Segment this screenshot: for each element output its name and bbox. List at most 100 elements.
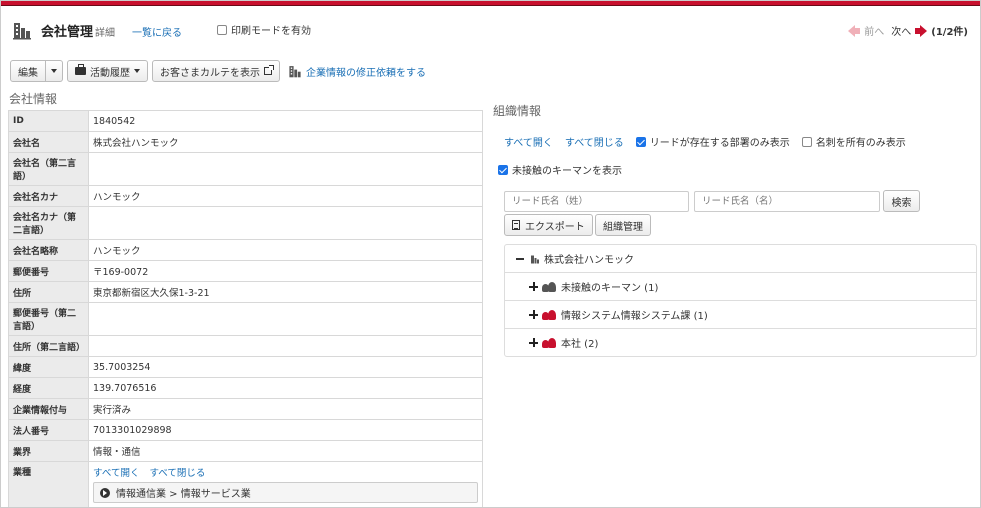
building-icon	[13, 23, 31, 40]
back-to-list-link[interactable]: 一覧に戻る	[132, 24, 182, 39]
next-arrow-icon[interactable]	[915, 24, 928, 37]
building-icon	[289, 66, 301, 78]
table-row: 住所 東京都新宿区大久保1-3-21	[8, 281, 483, 303]
company-section-title: 会社情報	[9, 92, 58, 106]
prev-arrow-icon	[848, 24, 861, 37]
industry-value: すべて開く すべて閉じる 情報通信業 > 情報サービス業	[88, 461, 483, 507]
field-value	[88, 152, 483, 186]
field-value: 1840542	[88, 110, 483, 132]
lead-only-checkbox[interactable]	[635, 136, 646, 147]
field-value: ハンモック	[88, 185, 483, 207]
org-tree-root-label: 株式会社ハンモック	[544, 255, 634, 266]
card-only-checkbox[interactable]	[801, 136, 812, 147]
export-button[interactable]: エクスポート	[504, 214, 593, 236]
page-count: (1/2件)	[931, 27, 968, 38]
field-label: 業界	[8, 440, 89, 462]
org-tree-root[interactable]: 株式会社ハンモック	[505, 245, 976, 273]
table-row: 企業情報付与 実行済み	[8, 398, 483, 420]
table-row: 住所（第二言語）	[8, 335, 483, 357]
field-label: 会社名略称	[8, 239, 89, 261]
caret-down-icon	[51, 69, 57, 73]
org-tree-item-label: 未接触のキーマン (1)	[561, 283, 659, 294]
industry-expand-all-link[interactable]: すべて開く	[93, 465, 139, 479]
table-row: 会社名（第二言語）	[8, 152, 483, 186]
customer-karte-button[interactable]: お客さまカルテを表示	[152, 60, 280, 82]
field-label: 郵便番号	[8, 260, 89, 282]
people-red-icon	[542, 309, 556, 320]
field-label: 郵便番号（第二言語）	[8, 302, 89, 336]
edit-button[interactable]: 編集	[10, 60, 46, 82]
field-value	[88, 302, 483, 336]
lead-first-name-input[interactable]	[694, 191, 880, 212]
field-label: 経度	[8, 377, 89, 399]
activity-history-button[interactable]: 活動履歴	[67, 60, 148, 82]
org-manage-button[interactable]: 組織管理	[595, 214, 651, 236]
org-section-title: 組織情報	[493, 104, 542, 118]
table-row: 経度 139.7076516	[8, 377, 483, 399]
org-tree: 株式会社ハンモック 未接触のキーマン (1) 情報システム情報システム課 (1)…	[504, 244, 977, 357]
app-frame: 会社管理 詳細 一覧に戻る 印刷モードを有効 前へ 次へ (1/2件) 編集 活…	[0, 0, 981, 508]
unvisited-keyman-label: 未接触のキーマンを表示	[512, 166, 622, 177]
print-mode-toggle[interactable]: 印刷モードを有効	[217, 22, 311, 37]
industry-path: 情報通信業 > 情報サービス業	[116, 489, 251, 500]
org-collapse-all-link[interactable]: すべて閉じる	[565, 134, 624, 149]
field-label: 企業情報付与	[8, 398, 89, 420]
next-link[interactable]: 次へ	[891, 23, 911, 38]
unvisited-keyman-toggle[interactable]: 未接触のキーマンを表示	[498, 162, 622, 177]
search-button[interactable]: 検索	[883, 190, 920, 212]
print-mode-label: 印刷モードを有効	[231, 26, 311, 37]
table-row: ID 1840542	[8, 110, 483, 132]
lead-only-label: リードが存在する部署のみ表示	[649, 138, 790, 149]
field-label: ID	[8, 110, 89, 132]
page-title: 会社管理	[41, 25, 94, 40]
table-row: 会社名略称 ハンモック	[8, 239, 483, 261]
field-value: 〒169-0072	[88, 260, 483, 282]
field-label: 住所（第二言語）	[8, 335, 89, 357]
table-row: 会社名 株式会社ハンモック	[8, 131, 483, 153]
org-tree-item-label: 情報システム情報システム課 (1)	[561, 311, 708, 322]
field-label: 会社名カナ（第二言語）	[8, 206, 89, 240]
field-value: 東京都新宿区大久保1-3-21	[88, 281, 483, 303]
field-label: 会社名（第二言語）	[8, 152, 89, 186]
field-value: 株式会社ハンモック	[88, 131, 483, 153]
collapse-minus-icon[interactable]	[516, 257, 524, 260]
fix-request-link[interactable]: 企業情報の修正依頼をする	[306, 64, 426, 79]
company-info-table: ID 1840542 会社名 株式会社ハンモック 会社名（第二言語） 会社名カナ ハン…	[8, 110, 483, 507]
industry-tree-item[interactable]: 情報通信業 > 情報サービス業	[93, 482, 478, 503]
industry-collapse-all-link[interactable]: すべて閉じる	[149, 465, 205, 479]
org-tree-item[interactable]: 未接触のキーマン (1)	[505, 273, 976, 301]
people-gray-icon	[542, 281, 556, 292]
unvisited-keyman-checkbox[interactable]	[498, 164, 508, 175]
table-row: 郵便番号（第二言語）	[8, 302, 483, 336]
expand-plus-icon[interactable]	[529, 338, 538, 347]
table-row: 業種 すべて開く すべて閉じる 情報通信業 > 情報サービス業	[8, 461, 483, 507]
prev-link[interactable]: 前へ	[864, 23, 884, 38]
field-value: 7013301029898	[88, 419, 483, 441]
expand-plus-icon[interactable]	[529, 282, 538, 291]
table-row: 会社名カナ（第二言語）	[8, 206, 483, 240]
org-tree-item[interactable]: 本社 (2)	[505, 329, 976, 356]
field-value: 実行済み	[88, 398, 483, 420]
org-tree-item[interactable]: 情報システム情報システム課 (1)	[505, 301, 976, 329]
expand-circle-icon	[100, 487, 110, 498]
card-only-label: 名刺を所有のみ表示	[815, 138, 906, 149]
field-label: 業種	[8, 461, 89, 507]
external-link-icon	[264, 65, 274, 75]
field-value	[88, 335, 483, 357]
print-mode-checkbox[interactable]	[217, 24, 227, 35]
edit-dropdown-button[interactable]	[46, 60, 63, 82]
field-label: 会社名カナ	[8, 185, 89, 207]
org-expand-all-link[interactable]: すべて開く	[504, 134, 553, 149]
card-only-toggle[interactable]: 名刺を所有のみ表示	[801, 134, 906, 149]
field-value	[88, 206, 483, 240]
table-row: 郵便番号 〒169-0072	[8, 260, 483, 282]
export-file-icon	[512, 220, 520, 230]
field-value: 35.7003254	[88, 356, 483, 378]
page-subtitle: 詳細	[95, 28, 115, 39]
company-fix-request[interactable]: 企業情報の修正依頼をする	[288, 64, 426, 79]
org-actions: すべて開く すべて閉じる リードが存在する部署のみ表示 名刺を所有のみ表示	[504, 134, 906, 149]
field-label: 緯度	[8, 356, 89, 378]
lead-last-name-input[interactable]	[504, 191, 689, 212]
expand-plus-icon[interactable]	[529, 310, 538, 319]
lead-only-toggle[interactable]: リードが存在する部署のみ表示	[635, 134, 790, 149]
